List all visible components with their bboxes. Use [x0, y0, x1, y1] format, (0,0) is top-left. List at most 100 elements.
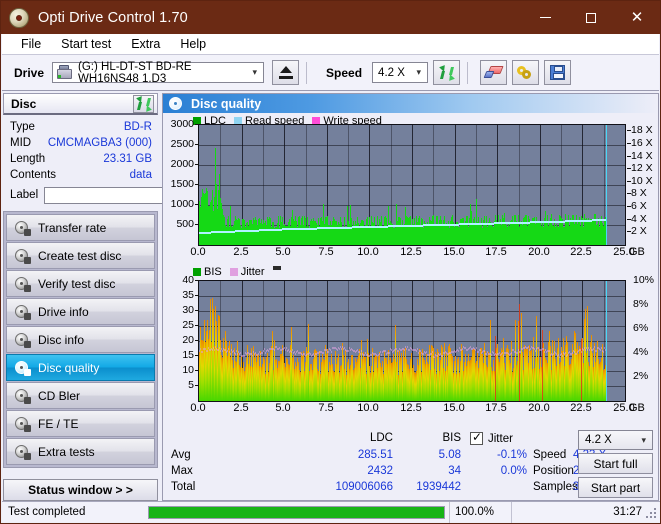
x-tick-label: 5.0: [275, 246, 291, 258]
disc-info-row-type: Type BD-R: [3, 119, 158, 135]
jitter-value-2: 0.0%: [500, 465, 527, 477]
sidebar-item-label: Disc info: [38, 332, 85, 347]
content-header: Disc quality: [163, 94, 658, 113]
menu-item-file[interactable]: File: [12, 35, 50, 53]
y2-tick-label: 14 X: [631, 150, 653, 162]
disc-info-value: 23.31 GB: [103, 153, 152, 165]
y2-tick-label: 4%: [633, 346, 649, 358]
sidebar-item-extra-tests[interactable]: Extra tests: [6, 438, 155, 465]
refresh-icon: [135, 95, 152, 112]
sidebar-item-cd-bler[interactable]: CD Bler: [6, 382, 155, 409]
stats-row-label-max: Max: [171, 465, 193, 477]
y-tick-label: 2500: [170, 138, 194, 150]
x-tick-label: 15.0: [443, 402, 465, 414]
ldc-chart[interactable]: 3000 2500 2000 1500 1000 500 18 X 16 X 14 X 12 X…: [163, 118, 658, 254]
y-tick-label: 35: [182, 289, 194, 301]
close-button[interactable]: ✕: [614, 1, 660, 34]
x-tick-label: 0.0: [190, 246, 206, 258]
bis-plot-area[interactable]: [198, 280, 626, 402]
erase-button[interactable]: [480, 60, 508, 85]
left-panel: Disc Type BD-R MID CMCMAGBA3 (000) Lengt…: [3, 93, 247, 501]
disc-refresh-button[interactable]: [133, 94, 154, 113]
nav-list: Transfer rate Create test disc Verify te…: [3, 211, 158, 468]
disc-info-value: data: [129, 169, 152, 181]
menu-item-start-test[interactable]: Start test: [52, 35, 120, 53]
y-tick-label: 30: [182, 304, 194, 316]
jitter-checkbox[interactable]: [470, 430, 483, 445]
drive-label: Drive: [14, 65, 45, 80]
start-part-button[interactable]: Start part: [578, 477, 653, 498]
stats-avg-ldc: 285.51: [357, 449, 393, 461]
jitter-checkbox-label: Jitter: [488, 433, 513, 445]
stats-max-bis: 34: [448, 465, 461, 477]
eject-button[interactable]: [272, 60, 300, 85]
x-tick-label: 10.0: [357, 246, 379, 258]
bis-chart[interactable]: 40 35 30 25 20 15 10 5 10% 8% 6% 4% 2%: [163, 274, 658, 410]
refresh-button[interactable]: [433, 60, 461, 85]
disc-icon: [14, 304, 31, 320]
ldc-plot-area[interactable]: [198, 124, 626, 246]
disc-icon: [14, 332, 31, 348]
sidebar-item-create-test-disc[interactable]: Create test disc: [6, 242, 155, 269]
save-button[interactable]: [544, 60, 572, 85]
y2-tick-label: 10 X: [631, 175, 653, 187]
x-tick-label: 15.0: [443, 246, 465, 258]
maximize-button[interactable]: [568, 1, 614, 34]
drive-select[interactable]: (G:) HL-DT-ST BD-RE WH16NS48 1.D3 ▾: [52, 61, 265, 85]
bis-x-axis-ticks: 0.0 2.5 5.0 7.5 10.0 12.5 15.0 17.5 20.0 22.5 25.0…: [163, 402, 658, 418]
y-tick-label: 1000: [170, 198, 194, 210]
disc-info-value: CMCMAGBA3 (000): [47, 137, 152, 149]
stats-row-label-total: Total: [171, 481, 196, 493]
sidebar-item-label: FE / TE: [38, 416, 79, 431]
close-icon: ✕: [630, 9, 644, 26]
x-tick-label: 5.0: [275, 402, 291, 414]
test-speed-select[interactable]: 4.2 X ▾: [578, 430, 653, 450]
stats-panel: LDC BIS Avg 285.51 5.08 Max 2432 34 Tota…: [163, 430, 658, 500]
sidebar-item-disc-info[interactable]: Disc info: [6, 326, 155, 353]
disc-icon: [14, 416, 31, 432]
sidebar-item-verify-test-disc[interactable]: Verify test disc: [6, 270, 155, 297]
x-tick-label: 2.5: [233, 402, 249, 414]
disc-info-key: Contents: [10, 169, 57, 181]
legend-swatch-bis: [193, 267, 201, 276]
test-speed-value: 4.2 X: [585, 434, 612, 446]
speed-stat-label: Speed: [533, 449, 567, 461]
sidebar-item-transfer-rate[interactable]: Transfer rate: [6, 214, 155, 241]
minimize-button[interactable]: [522, 1, 568, 34]
disc-label-key: Label: [10, 189, 39, 201]
maximize-icon: [586, 12, 596, 23]
x-axis-unit-label: GB: [629, 402, 645, 414]
start-full-button[interactable]: Start full: [578, 453, 653, 474]
jitter-value-1: -0.1%: [496, 449, 527, 461]
stats-total-ldc: 109006066: [335, 481, 393, 493]
resize-grip-icon[interactable]: [646, 508, 657, 519]
chevron-down-icon: ▾: [416, 67, 422, 77]
y2-tick-label: 6%: [633, 322, 649, 334]
page-title: Disc quality: [191, 96, 262, 111]
sidebar-item-label: CD Bler: [38, 388, 81, 403]
disc-info-key: MID: [10, 137, 32, 149]
menu-item-help[interactable]: Help: [171, 35, 215, 53]
progress-bar-wrap: [144, 502, 449, 523]
stats-avg-bis: 5.08: [438, 449, 461, 461]
status-window-button[interactable]: Status window > >: [3, 479, 158, 501]
speed-select[interactable]: 4.2 X ▾: [372, 62, 429, 83]
chevron-down-icon: ▾: [641, 434, 646, 445]
sidebar-item-disc-quality[interactable]: Disc quality: [6, 354, 155, 381]
x-tick-label: 0.0: [190, 402, 206, 414]
progress-percent: 100.0%: [449, 501, 511, 523]
y-tick-label: 500: [176, 218, 194, 230]
y2-tick-label: 2 X: [631, 225, 647, 237]
y2-tick-label: 8 X: [631, 187, 647, 199]
y-tick-label: 25: [182, 319, 194, 331]
x-tick-label: 10.0: [357, 402, 379, 414]
y-tick-label: 3000: [170, 118, 194, 130]
x-tick-label: 20.0: [528, 246, 550, 258]
sidebar-item-fe-te[interactable]: FE / TE: [6, 410, 155, 437]
stats-total-bis: 1939442: [416, 481, 461, 493]
content-panel: Disc quality LDC Read speed Write speed …: [162, 93, 659, 501]
sidebar-item-drive-info[interactable]: Drive info: [6, 298, 155, 325]
y2-tick-label: 2%: [633, 370, 649, 382]
menu-item-extra[interactable]: Extra: [122, 35, 169, 53]
link-button[interactable]: [512, 60, 540, 85]
